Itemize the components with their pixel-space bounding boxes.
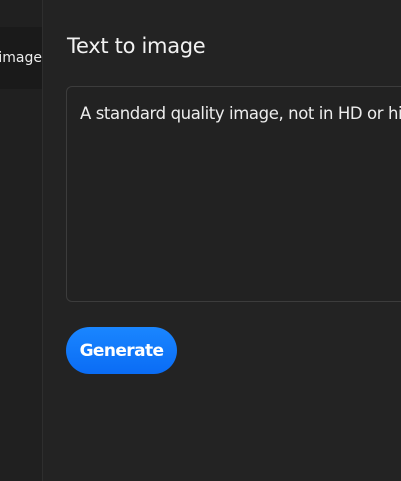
sidebar: Text to image xyxy=(0,0,43,481)
sidebar-item-label: Text to image xyxy=(0,50,42,66)
app-window: Text to image Text to image A standard q… xyxy=(0,0,401,481)
prompt-textarea[interactable]: A standard quality image, not in HD or h… xyxy=(66,86,401,302)
prompt-text: A standard quality image, not in HD or h… xyxy=(80,104,401,123)
sidebar-item-text-to-image[interactable]: Text to image xyxy=(0,27,42,89)
main-panel: Text to image A standard quality image, … xyxy=(43,0,401,481)
generate-button[interactable]: Generate xyxy=(66,327,177,374)
page-title: Text to image xyxy=(67,34,206,58)
